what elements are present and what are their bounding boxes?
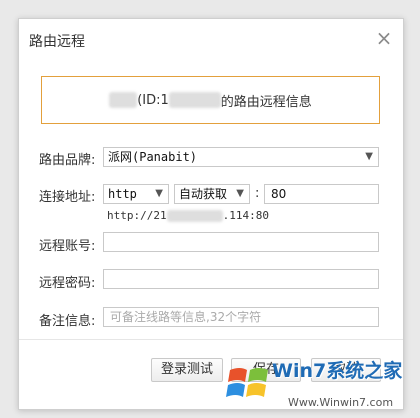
- router-remote-dialog: 路由远程 × (ID:1 的路由远程信息 路由品牌: 派网(Panabit) ▼…: [18, 18, 404, 410]
- password-input[interactable]: [103, 269, 379, 289]
- redacted-ip: [166, 210, 223, 222]
- redacted-name: [109, 92, 138, 108]
- address-preview: http://21 .114:80: [107, 209, 269, 222]
- password-label: 远程密码:: [39, 276, 96, 291]
- router-info-suffix: 的路由远程信息: [220, 94, 312, 110]
- protocol-select[interactable]: http ▼: [103, 184, 169, 204]
- redacted-id: [168, 92, 221, 108]
- router-info-box: (ID:1 的路由远程信息: [41, 76, 380, 124]
- brand-label: 路由品牌:: [39, 153, 96, 168]
- port-input[interactable]: 80: [264, 184, 379, 204]
- port-colon: :: [255, 186, 260, 201]
- cancel-button[interactable]: 取消: [311, 358, 381, 382]
- note-label: 备注信息:: [39, 314, 96, 329]
- login-test-button[interactable]: 登录测试: [151, 358, 223, 382]
- account-label: 远程账号:: [39, 239, 96, 254]
- chevron-down-icon: ▼: [155, 188, 163, 199]
- chevron-down-icon: ▼: [365, 151, 373, 162]
- address-label: 连接地址:: [39, 190, 96, 205]
- port-value: 80: [271, 187, 287, 201]
- protocol-value: http: [108, 187, 137, 201]
- brand-select[interactable]: 派网(Panabit) ▼: [103, 147, 379, 167]
- footer-divider: [19, 339, 403, 340]
- brand-value: 派网(Panabit): [108, 150, 198, 164]
- dialog-title: 路由远程: [29, 34, 85, 50]
- router-id-label: (ID:1: [137, 92, 169, 108]
- address-preview-prefix: http://21: [107, 209, 167, 222]
- account-input[interactable]: [103, 232, 379, 252]
- mode-value: 自动获取: [179, 187, 228, 201]
- save-button[interactable]: 保存: [231, 358, 301, 382]
- note-placeholder: 可备注线路等信息,32个字符: [110, 310, 262, 324]
- mode-select[interactable]: 自动获取 ▼: [174, 184, 250, 204]
- note-input[interactable]: 可备注线路等信息,32个字符: [103, 307, 379, 327]
- close-icon[interactable]: ×: [375, 28, 393, 48]
- chevron-down-icon: ▼: [236, 188, 244, 199]
- address-preview-suffix: .114:80: [222, 209, 269, 222]
